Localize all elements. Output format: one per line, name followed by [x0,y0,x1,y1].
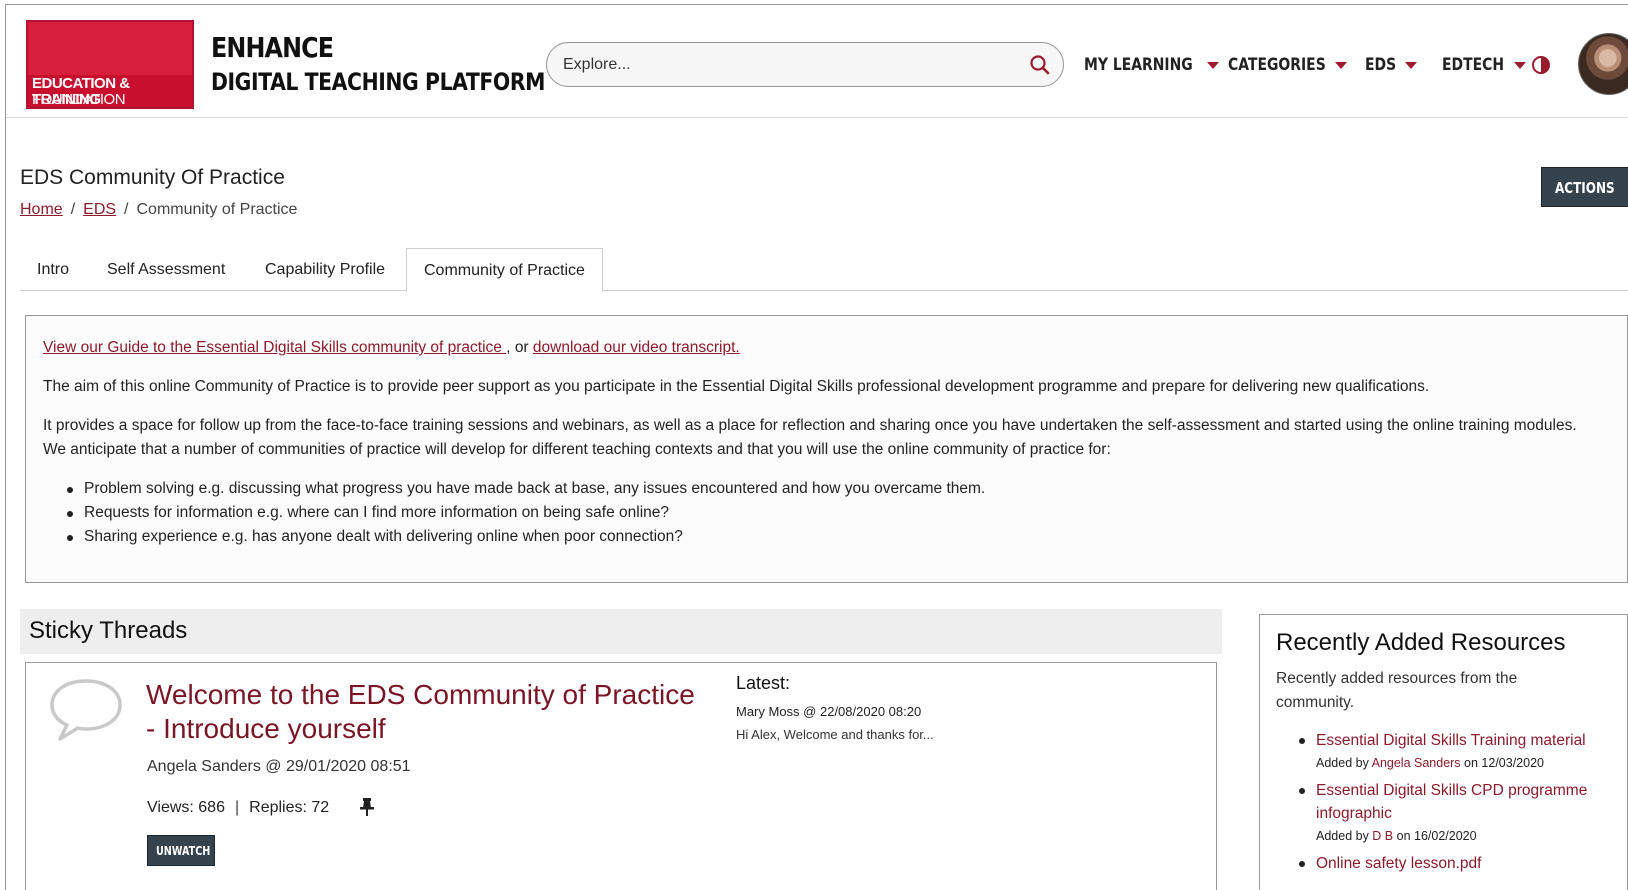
site-header: EDUCATION & TRAINING FOUNDATION ENHANCE … [6,5,1628,118]
resource-link[interactable]: Online safety lesson.pdf [1316,852,1606,875]
resources-title: Recently Added Resources [1276,629,1566,656]
resource-author-link[interactable]: Angela Sanders [1372,756,1461,770]
resource-link[interactable]: Essential Digital Skills Training materi… [1316,729,1606,752]
transcript-link[interactable]: download our video transcript. [533,339,740,356]
thread-card: Welcome to the EDS Community of Practice… [25,662,1217,890]
breadcrumb: Home / EDS / Community of Practice [20,201,297,219]
nav-label: CATEGORIES [1228,55,1326,75]
resource-link[interactable]: Essential Digital Skills CPD programme i… [1316,779,1606,825]
resource-date: 12/03/2020 [1481,756,1544,770]
chevron-down-icon [1404,61,1417,69]
unwatch-button[interactable]: UNWATCH [147,835,215,866]
search-box [546,42,1064,87]
list-item: Sharing experience e.g. has anyone dealt… [67,525,1627,549]
on-word: on [1393,829,1414,843]
user-avatar[interactable] [1578,33,1628,95]
added-by-prefix: Added by [1316,756,1372,770]
intro-bullet-list: Problem solving e.g. discussing what pro… [67,477,1627,549]
actions-button[interactable]: ACTIONS [1541,167,1628,207]
breadcrumb-eds-link[interactable]: EDS [83,201,116,218]
search-icon[interactable] [1029,54,1051,76]
nav-eds[interactable]: EDS [1365,51,1417,79]
speech-bubble-icon [50,679,122,741]
breadcrumb-current: Community of Practice [136,201,298,218]
intro-links-line: View our Guide to the Essential Digital … [43,336,1603,360]
nav-edtech[interactable]: EDTECH [1442,51,1526,79]
tab-capability-profile[interactable]: Capability Profile [248,248,402,291]
unwatch-label: UNWATCH [156,844,211,858]
chevron-down-icon [1335,61,1348,69]
tab-community-of-practice[interactable]: Community of Practice [406,248,603,292]
list-item: Essential Digital Skills CPD programme i… [1299,779,1627,845]
tab-bar: Intro Self Assessment Capability Profile… [20,248,1628,292]
resources-list: Essential Digital Skills Training materi… [1299,729,1627,875]
list-item: Essential Digital Skills Training materi… [1299,729,1627,772]
resources-description: Recently added resources from the commun… [1276,670,1518,711]
etf-logo[interactable]: EDUCATION & TRAINING FOUNDATION [26,20,194,109]
nav-categories[interactable]: CATEGORIES [1228,51,1348,79]
guide-link[interactable]: View our Guide to the Essential Digital … [43,339,506,356]
tab-intro[interactable]: Intro [20,248,86,291]
latest-post-snippet[interactable]: Hi Alex, Welcome and thanks for... [736,727,934,742]
resource-added-info: Added by D B on 16/02/2020 [1316,827,1627,845]
views-count: Views: 686 [147,799,225,816]
nav-my-learning[interactable]: MY LEARNING [1084,51,1219,79]
chevron-down-icon [1206,61,1219,69]
thread-title-link[interactable]: Welcome to the EDS Community of Practice… [146,678,706,746]
actions-label: ACTIONS [1555,179,1615,197]
intro-paragraph-purpose: It provides a space for follow up from t… [43,417,1577,458]
tab-self-assessment[interactable]: Self Assessment [90,248,242,291]
or-text: , or [506,339,533,356]
brand-subtitle[interactable]: DIGITAL TEACHING PLATFORM [211,68,545,96]
resource-date: 16/02/2020 [1414,829,1477,843]
resource-author-link[interactable]: D B [1372,829,1393,843]
list-item: Requests for information e.g. where can … [67,501,1627,525]
pin-icon [360,798,374,816]
logo-text-line2: FOUNDATION [32,91,126,108]
list-item: Problem solving e.g. discussing what pro… [67,477,1627,501]
intro-panel: View our Guide to the Essential Digital … [25,315,1628,583]
added-by-prefix: Added by [1316,829,1373,843]
latest-post-author: Mary Moss @ 22/08/2020 08:20 [736,704,922,719]
breadcrumb-separator: / [124,201,129,218]
stats-separator: | [234,799,240,816]
latest-label: Latest: [736,673,791,693]
list-item: Online safety lesson.pdf [1299,852,1627,875]
page-title: EDS Community Of Practice [20,166,285,189]
breadcrumb-home-link[interactable]: Home [20,201,63,218]
on-word: on [1460,756,1482,770]
sticky-threads-heading: Sticky Threads [20,609,1222,654]
thread-author-date: Angela Sanders @ 29/01/2020 08:51 [147,758,411,775]
contrast-icon[interactable] [1531,55,1551,75]
intro-paragraph-aim: The aim of this online Community of Prac… [43,378,1430,395]
brand-title[interactable]: ENHANCE [211,31,334,64]
nav-label: EDS [1365,55,1397,75]
nav-label: MY LEARNING [1084,55,1193,75]
chevron-down-icon [1513,61,1526,69]
replies-count: Replies: 72 [249,799,330,816]
recent-resources-panel: Recently Added Resources Recently added … [1259,614,1628,890]
nav-label: EDTECH [1442,55,1505,75]
search-input[interactable] [563,52,1003,78]
resource-added-info: Added by Angela Sanders on 12/03/2020 [1316,754,1627,772]
breadcrumb-separator: / [70,201,76,218]
thread-stats: Views: 686 | Replies: 72 [147,799,329,817]
